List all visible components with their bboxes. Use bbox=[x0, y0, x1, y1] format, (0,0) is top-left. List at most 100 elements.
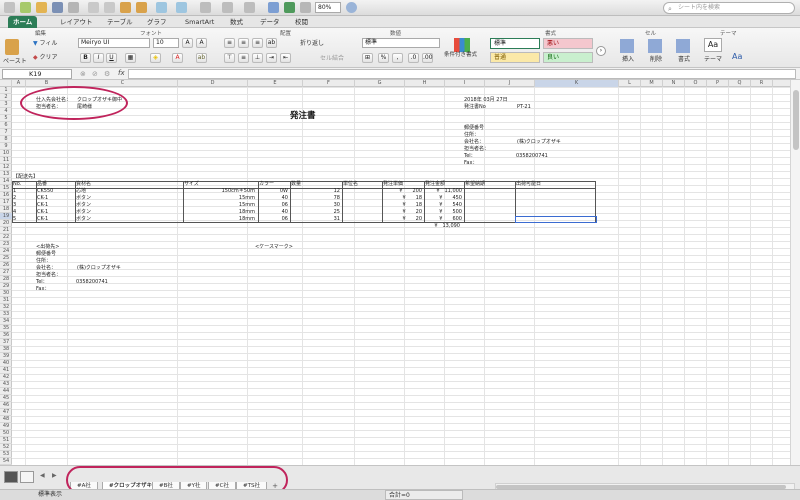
align-right-button[interactable]: ≡ bbox=[252, 38, 263, 48]
column-header-k[interactable]: K bbox=[535, 80, 619, 87]
row-header-27[interactable]: 27 bbox=[0, 269, 12, 276]
conditional-format-button[interactable]: 条件付き書式 bbox=[444, 52, 480, 58]
fill-button[interactable]: ▼ フィル bbox=[33, 39, 57, 48]
style-good[interactable]: 良い bbox=[543, 52, 593, 63]
tab-data[interactable]: データ bbox=[255, 16, 285, 28]
format-painter-icon[interactable] bbox=[136, 2, 147, 13]
column-header-g[interactable]: G bbox=[355, 80, 405, 87]
row-header-15[interactable]: 15 bbox=[0, 185, 12, 192]
home-icon[interactable] bbox=[4, 2, 15, 13]
tab-smartart[interactable]: SmartArt bbox=[180, 16, 219, 28]
tab-table[interactable]: テーブル bbox=[102, 16, 138, 28]
row-header-24[interactable]: 24 bbox=[0, 248, 12, 255]
tab-home[interactable]: ホーム bbox=[8, 16, 38, 28]
name-box[interactable]: K19 bbox=[2, 69, 72, 79]
row-header-50[interactable]: 50 bbox=[0, 430, 12, 437]
conditional-format-icon[interactable] bbox=[454, 38, 470, 52]
function-wizard-icon[interactable]: ⚙ bbox=[104, 70, 110, 78]
row-header-25[interactable]: 25 bbox=[0, 255, 12, 262]
bold-button[interactable]: B bbox=[80, 53, 91, 63]
style-normal[interactable]: 標準 bbox=[490, 38, 540, 49]
column-header-p[interactable]: P bbox=[707, 80, 729, 87]
sum-display[interactable]: 合計=0 bbox=[385, 490, 463, 500]
border-button[interactable]: ▦ bbox=[125, 53, 136, 63]
valign-top-button[interactable]: ⊤ bbox=[224, 53, 235, 63]
column-header-e[interactable]: E bbox=[248, 80, 303, 87]
delete-cells-icon[interactable] bbox=[648, 39, 662, 53]
theme-fonts-button[interactable]: Aa bbox=[732, 52, 742, 61]
row-header-20[interactable]: 20 bbox=[0, 220, 12, 227]
align-center-button[interactable]: ≡ bbox=[238, 38, 249, 48]
cancel-icon[interactable]: ⊗ bbox=[80, 70, 86, 78]
tab-formulas[interactable]: 数式 bbox=[225, 16, 248, 28]
row-header-51[interactable]: 51 bbox=[0, 437, 12, 444]
tab-chart[interactable]: グラフ bbox=[142, 16, 172, 28]
page-layout-view-button[interactable] bbox=[20, 471, 34, 483]
row-header-37[interactable]: 37 bbox=[0, 339, 12, 346]
merge-cells-button[interactable]: セル結合 bbox=[320, 54, 344, 63]
increase-decimal-button[interactable]: .0 bbox=[408, 53, 419, 63]
fx-icon[interactable]: fx bbox=[118, 69, 125, 77]
row-header-39[interactable]: 39 bbox=[0, 353, 12, 360]
print-icon[interactable] bbox=[68, 2, 79, 13]
undo-icon[interactable] bbox=[156, 2, 167, 13]
format-button[interactable]: 書式 bbox=[678, 55, 690, 64]
column-header-i[interactable]: I bbox=[445, 80, 485, 87]
help-icon[interactable] bbox=[346, 2, 357, 13]
row-header-40[interactable]: 40 bbox=[0, 360, 12, 367]
insert-button[interactable]: 挿入 bbox=[622, 55, 634, 64]
filter-icon[interactable] bbox=[244, 2, 255, 13]
row-header-45[interactable]: 45 bbox=[0, 395, 12, 402]
insert-cells-icon[interactable] bbox=[620, 39, 634, 53]
normal-view-button[interactable] bbox=[4, 471, 18, 483]
row-header-21[interactable]: 21 bbox=[0, 227, 12, 234]
format-cells-icon[interactable] bbox=[676, 39, 690, 53]
column-header-c[interactable]: C bbox=[68, 80, 178, 87]
row-header-36[interactable]: 36 bbox=[0, 332, 12, 339]
paste-button[interactable]: ペースト bbox=[3, 57, 27, 66]
row-header-31[interactable]: 31 bbox=[0, 297, 12, 304]
row-header-9[interactable]: 9 bbox=[0, 143, 12, 150]
indent-button[interactable]: ⇥ bbox=[266, 53, 277, 63]
row-header-2[interactable]: 2 bbox=[0, 94, 12, 101]
column-header-j[interactable]: J bbox=[485, 80, 535, 87]
row-header-14[interactable]: 14 bbox=[0, 178, 12, 185]
row-header-29[interactable]: 29 bbox=[0, 283, 12, 290]
italic-button[interactable]: I bbox=[93, 53, 104, 63]
row-header-5[interactable]: 5 bbox=[0, 115, 12, 122]
row-header-17[interactable]: 17 bbox=[0, 199, 12, 206]
column-header-d[interactable]: D bbox=[178, 80, 248, 87]
row-header-6[interactable]: 6 bbox=[0, 122, 12, 129]
tab-layout[interactable]: レイアウト bbox=[55, 16, 98, 28]
underline-button[interactable]: U bbox=[106, 53, 117, 63]
valign-middle-button[interactable]: ≡ bbox=[238, 53, 249, 63]
row-header-42[interactable]: 42 bbox=[0, 374, 12, 381]
column-header-r[interactable]: R bbox=[751, 80, 773, 87]
row-header-41[interactable]: 41 bbox=[0, 367, 12, 374]
row-header-18[interactable]: 18 bbox=[0, 206, 12, 213]
row-header-19[interactable]: 19 bbox=[0, 213, 12, 220]
number-format-select[interactable]: 標準 bbox=[362, 38, 440, 48]
row-header-13[interactable]: 13 bbox=[0, 171, 12, 178]
column-header-l[interactable]: L bbox=[619, 80, 641, 87]
valign-bottom-button[interactable]: ⊥ bbox=[252, 53, 263, 63]
first-sheet-icon[interactable]: ◀ bbox=[40, 472, 45, 479]
new-file-icon[interactable] bbox=[20, 2, 31, 13]
paste-icon[interactable] bbox=[120, 2, 131, 13]
row-header-52[interactable]: 52 bbox=[0, 444, 12, 451]
formula-builder-icon[interactable] bbox=[284, 2, 295, 13]
open-icon[interactable] bbox=[36, 2, 47, 13]
text-orientation-button[interactable]: ab bbox=[266, 38, 277, 48]
row-header-33[interactable]: 33 bbox=[0, 311, 12, 318]
save-icon[interactable] bbox=[52, 2, 63, 13]
row-header-4[interactable]: 4 bbox=[0, 108, 12, 115]
autosum-icon[interactable] bbox=[200, 2, 211, 13]
selected-cell-k19[interactable] bbox=[515, 216, 597, 223]
vertical-scrollbar[interactable] bbox=[790, 80, 800, 465]
row-header-32[interactable]: 32 bbox=[0, 304, 12, 311]
row-header-26[interactable]: 26 bbox=[0, 262, 12, 269]
redo-icon[interactable] bbox=[176, 2, 187, 13]
row-header-46[interactable]: 46 bbox=[0, 402, 12, 409]
styles-more-button[interactable]: › bbox=[596, 46, 606, 56]
style-neutral[interactable]: 普通 bbox=[490, 52, 540, 63]
